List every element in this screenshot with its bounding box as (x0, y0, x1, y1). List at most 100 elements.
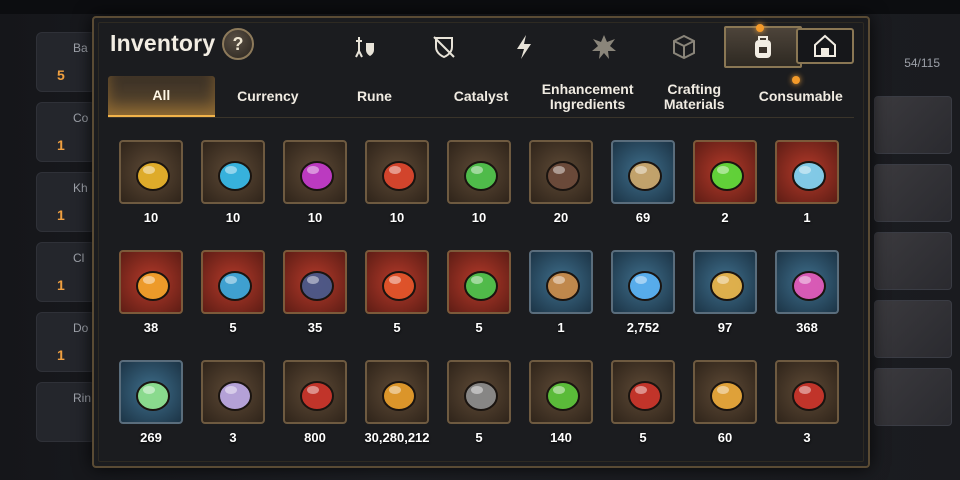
thumb (874, 96, 952, 154)
item-count: 60 (717, 430, 733, 445)
burst-icon (592, 35, 616, 59)
star-amulet-icon (710, 271, 744, 301)
inventory-slot[interactable]: 5 (444, 360, 514, 445)
inventory-slot[interactable]: 30,280,212 (362, 360, 432, 445)
inventory-slot[interactable]: 10 (280, 140, 350, 225)
tab-consumable[interactable]: Consumable (747, 76, 854, 117)
red-leaf-pair-icon (300, 381, 334, 411)
row-label: Cl (73, 251, 85, 265)
inventory-slot[interactable]: 10 (116, 140, 186, 225)
inventory-slot[interactable]: 10 (198, 140, 268, 225)
item-frame (201, 140, 265, 204)
item-frame (775, 140, 839, 204)
row-label: Kh (73, 181, 88, 195)
amber-shard-icon (136, 271, 170, 301)
inventory-slot[interactable]: 20 (526, 140, 596, 225)
thumb (874, 232, 952, 290)
help-button[interactable]: ? (222, 28, 254, 60)
row-number: 1 (57, 137, 65, 153)
item-count: 38 (143, 320, 159, 335)
tab-materials[interactable] (644, 26, 724, 68)
tab-crafting-materials[interactable]: Crafting Materials (641, 76, 748, 117)
tab-artifacts[interactable] (484, 26, 564, 68)
item-frame (611, 360, 675, 424)
inventory-slot[interactable]: 3 (772, 360, 842, 445)
row-number: 1 (57, 277, 65, 293)
background-row: Cl 1 (36, 242, 96, 302)
gold-coin-icon (382, 381, 416, 411)
item-frame (365, 250, 429, 314)
inventory-slot[interactable]: 269 (116, 360, 186, 445)
item-frame (283, 140, 347, 204)
background-thumbnails: 54/115 (864, 24, 960, 480)
filter-tabs: All Currency Rune Catalyst Enhancement I… (108, 76, 854, 118)
red-banner-icon (628, 381, 662, 411)
inventory-slot[interactable]: 60 (690, 360, 760, 445)
tab-currency[interactable]: Currency (215, 76, 322, 117)
thumb (874, 164, 952, 222)
tab-heroes[interactable] (324, 26, 404, 68)
item-count: 5 (393, 320, 401, 335)
blue-rune-icon (218, 161, 252, 191)
inventory-slot[interactable]: 10 (362, 140, 432, 225)
thumb (874, 300, 952, 358)
inventory-slot[interactable]: 140 (526, 360, 596, 445)
inventory-slot[interactable]: 1 (526, 250, 596, 335)
inventory-slot[interactable]: 69 (608, 140, 678, 225)
item-frame (447, 250, 511, 314)
background-row: Kh 1 (36, 172, 96, 232)
inventory-slot[interactable]: 5 (362, 250, 432, 335)
tab-catalyst[interactable]: Catalyst (428, 76, 535, 117)
tab-skills[interactable] (564, 26, 644, 68)
storage-button[interactable] (796, 28, 854, 64)
slot-counter: 54/115 (904, 56, 940, 70)
inventory-slot[interactable]: 800 (280, 360, 350, 445)
item-count: 10 (389, 210, 405, 225)
inventory-slot[interactable]: 97 (690, 250, 760, 335)
red-badge-icon (792, 381, 826, 411)
inventory-slot[interactable]: 2 (690, 140, 760, 225)
item-count: 1 (557, 320, 565, 335)
inventory-slot[interactable]: 3 (198, 360, 268, 445)
stone-block-icon (464, 381, 498, 411)
green-cauldron-icon (710, 161, 744, 191)
green-rune-icon (464, 161, 498, 191)
inventory-slot[interactable]: 1 (772, 140, 842, 225)
blue-gem-icon (628, 271, 662, 301)
item-frame (365, 360, 429, 424)
item-count: 5 (639, 430, 647, 445)
gold-medal-icon (710, 381, 744, 411)
row-number: 5 (57, 67, 65, 83)
item-frame (283, 250, 347, 314)
item-count: 10 (225, 210, 241, 225)
inventory-slot[interactable]: 38 (116, 250, 186, 335)
inventory-slot[interactable]: 5 (198, 250, 268, 335)
tab-all[interactable]: All (108, 76, 215, 117)
item-count: 368 (796, 320, 818, 335)
item-count: 97 (717, 320, 733, 335)
tab-enhancement-ingredients[interactable]: Enhancement Ingredients (534, 76, 641, 117)
item-frame (611, 140, 675, 204)
inventory-slot[interactable]: 35 (280, 250, 350, 335)
inventory-slot[interactable]: 10 (444, 140, 514, 225)
background-row: Do 1 (36, 312, 96, 372)
inventory-slot[interactable]: 2,752 (608, 250, 678, 335)
tree-amulet-icon (464, 271, 498, 301)
background-row: Co 1 (36, 102, 96, 162)
tab-rune[interactable]: Rune (321, 76, 428, 117)
row-label: Rin (73, 391, 92, 405)
row-label: Ba (73, 41, 88, 55)
lightning-icon (517, 35, 531, 59)
inventory-slot[interactable]: 368 (772, 250, 842, 335)
broken-shield-icon (433, 36, 455, 59)
item-frame (611, 250, 675, 314)
inventory-slot[interactable]: 5 (608, 360, 678, 445)
item-count: 10 (143, 210, 159, 225)
tab-gear[interactable] (404, 26, 484, 68)
inventory-slot[interactable]: 5 (444, 250, 514, 335)
item-count: 30,280,212 (364, 430, 430, 445)
tab-items[interactable] (724, 24, 802, 68)
item-frame (201, 250, 265, 314)
background-row: Ba 5 (36, 32, 96, 92)
feather-icon (628, 161, 662, 191)
